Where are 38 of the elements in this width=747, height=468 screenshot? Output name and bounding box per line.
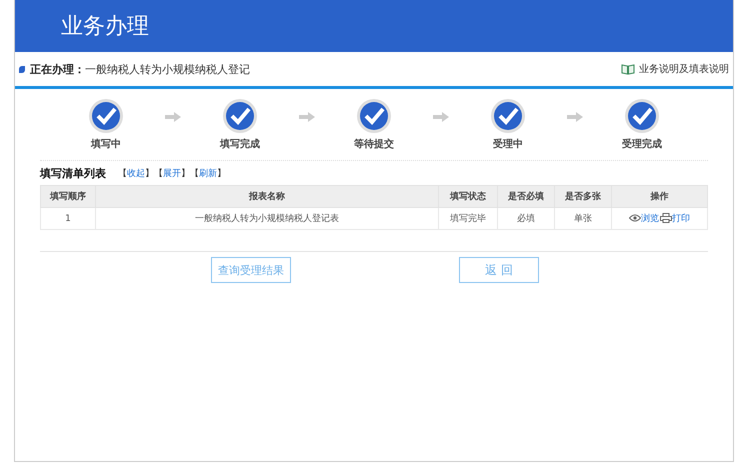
print-link[interactable]: 打印 (660, 212, 690, 225)
list-title: 填写清单列表 (40, 166, 106, 180)
column-header: 报表名称 (96, 186, 438, 208)
bullet-icon (19, 66, 25, 72)
column-header: 填写顺序 (40, 186, 96, 208)
help-link[interactable]: 业务说明及填表说明 (639, 62, 729, 76)
arrow-icon (165, 112, 181, 122)
list-action-link[interactable]: 收起 (127, 168, 145, 178)
view-link[interactable]: 浏览 (629, 212, 659, 225)
book-icon (621, 64, 635, 74)
printer-icon (660, 213, 672, 224)
bracket: 】 (217, 168, 226, 178)
table-cell: 单张 (554, 208, 612, 230)
table-cell: 1 (40, 208, 96, 230)
column-header: 是否必填 (498, 186, 554, 208)
page-title: 业务办理 (61, 13, 149, 41)
current-label: 正在办理： (30, 62, 85, 76)
step-label: 受理中 (493, 138, 523, 151)
eye-icon (629, 214, 641, 222)
column-header: 填写状态 (438, 186, 498, 208)
bracket: 【 (118, 168, 127, 178)
arrow-icon (299, 112, 315, 122)
step-label: 受理完成 (622, 137, 662, 151)
table-cell: 填写完毕 (438, 208, 498, 230)
table-cell: 必填 (498, 208, 554, 230)
arrow-icon (567, 112, 583, 122)
bracket: 】【 (145, 168, 163, 178)
list-action-link[interactable]: 刷新 (199, 168, 217, 178)
list-action-link[interactable]: 展开 (163, 168, 181, 178)
bracket: 】【 (181, 168, 199, 178)
step-label: 填写完成 (220, 137, 260, 151)
arrow-icon (433, 112, 449, 122)
table-cell: 一般纳税人转为小规模纳税人登记表 (96, 208, 438, 230)
step-label: 等待提交 (354, 137, 394, 151)
column-header: 是否多张 (554, 186, 612, 208)
current-business: 一般纳税人转为小规模纳税人登记 (85, 62, 250, 76)
column-header: 操作 (612, 186, 708, 208)
step-label: 填写中 (91, 138, 121, 151)
